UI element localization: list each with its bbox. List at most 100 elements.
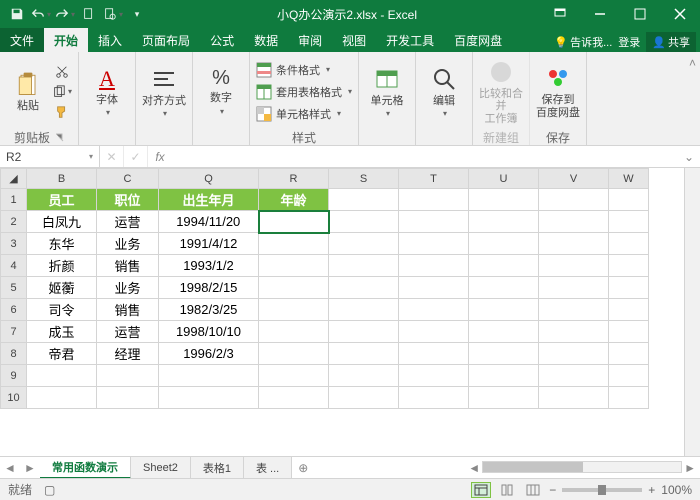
cell[interactable] — [329, 365, 399, 387]
cell[interactable]: 1993/1/2 — [159, 255, 259, 277]
cell[interactable] — [27, 365, 97, 387]
ribbon-options-icon[interactable] — [540, 0, 580, 28]
cell[interactable] — [469, 255, 539, 277]
zoom-in-icon[interactable]: + — [648, 483, 655, 497]
cell[interactable] — [329, 343, 399, 365]
redo-icon[interactable] — [54, 3, 76, 25]
tab-file[interactable]: 文件 — [0, 28, 44, 52]
cell[interactable]: 职位 — [97, 189, 159, 211]
cell[interactable] — [27, 387, 97, 409]
cell[interactable] — [399, 387, 469, 409]
fx-icon[interactable]: fx — [148, 150, 172, 164]
cell[interactable] — [539, 277, 609, 299]
cell[interactable]: 年龄 — [259, 189, 329, 211]
row-header[interactable]: 5 — [1, 277, 27, 299]
cell[interactable]: 经理 — [97, 343, 159, 365]
qat-customize-icon[interactable]: ▾ — [126, 3, 148, 25]
cell[interactable] — [539, 255, 609, 277]
cell[interactable]: 1994/11/20 — [159, 211, 259, 233]
row-header[interactable]: 2 — [1, 211, 27, 233]
row-header[interactable]: 1 — [1, 189, 27, 211]
name-box[interactable]: R2 — [0, 146, 100, 167]
tab-dev[interactable]: 开发工具 — [376, 28, 444, 52]
col-header[interactable]: C — [97, 169, 159, 189]
cell[interactable] — [469, 387, 539, 409]
cell[interactable] — [259, 387, 329, 409]
select-all-corner[interactable]: ◢ — [1, 169, 27, 189]
col-header[interactable]: S — [329, 169, 399, 189]
cell[interactable]: 销售 — [97, 255, 159, 277]
cell[interactable] — [259, 343, 329, 365]
cell[interactable]: 帝君 — [27, 343, 97, 365]
formula-input[interactable] — [172, 151, 678, 163]
cell[interactable]: 出生年月 — [159, 189, 259, 211]
cell[interactable] — [329, 233, 399, 255]
cell[interactable] — [469, 189, 539, 211]
font-dropdown[interactable]: A字体 — [85, 58, 129, 126]
cell[interactable] — [539, 299, 609, 321]
cell[interactable] — [469, 211, 539, 233]
tab-formula[interactable]: 公式 — [200, 28, 244, 52]
cell[interactable] — [259, 233, 329, 255]
save-to-baidu-button[interactable]: 保存到 百度网盘 — [536, 58, 580, 126]
tell-me[interactable]: 💡 告诉我... — [554, 32, 612, 52]
row-header[interactable]: 7 — [1, 321, 27, 343]
undo-icon[interactable] — [30, 3, 52, 25]
horizontal-scrollbar[interactable]: ◄► — [314, 461, 700, 475]
cell-grid[interactable]: ◢ B C Q R S T U V W 1 员工 职位 出生年月 年龄 2 白凤… — [0, 168, 684, 456]
align-dropdown[interactable]: 对齐方式 — [142, 58, 186, 126]
sheet-nav-prev-icon[interactable]: ◄ — [0, 461, 20, 475]
cell[interactable] — [469, 299, 539, 321]
cell[interactable] — [469, 321, 539, 343]
cell[interactable] — [469, 233, 539, 255]
cell[interactable] — [539, 387, 609, 409]
cell[interactable] — [399, 233, 469, 255]
cell[interactable] — [97, 387, 159, 409]
zoom-level[interactable]: 100% — [661, 483, 692, 497]
zoom-slider[interactable] — [562, 488, 642, 492]
cell[interactable] — [259, 321, 329, 343]
col-header[interactable]: U — [469, 169, 539, 189]
cell[interactable] — [399, 255, 469, 277]
cell-styles-button[interactable]: 单元格样式 — [256, 103, 352, 125]
cell[interactable]: 员工 — [27, 189, 97, 211]
cell[interactable] — [97, 365, 159, 387]
cell[interactable] — [399, 277, 469, 299]
cell[interactable]: 1998/2/15 — [159, 277, 259, 299]
cell[interactable] — [609, 321, 649, 343]
cell[interactable] — [259, 211, 329, 233]
save-icon[interactable] — [6, 3, 28, 25]
tab-review[interactable]: 审阅 — [288, 28, 332, 52]
tab-layout[interactable]: 页面布局 — [132, 28, 200, 52]
dialog-launcher-icon[interactable] — [54, 132, 64, 142]
cell[interactable] — [469, 365, 539, 387]
cell[interactable]: 运营 — [97, 321, 159, 343]
cell[interactable] — [609, 343, 649, 365]
cell[interactable] — [539, 365, 609, 387]
cell[interactable] — [329, 189, 399, 211]
expand-formula-icon[interactable]: ⌄ — [678, 150, 700, 164]
cell[interactable] — [329, 211, 399, 233]
macro-record-icon[interactable]: ▢ — [44, 483, 55, 497]
cell[interactable] — [399, 343, 469, 365]
cell[interactable] — [609, 299, 649, 321]
cell[interactable] — [159, 387, 259, 409]
cell[interactable]: 折颜 — [27, 255, 97, 277]
col-header[interactable]: Q — [159, 169, 259, 189]
cell[interactable] — [609, 233, 649, 255]
cell[interactable] — [609, 255, 649, 277]
tab-insert[interactable]: 插入 — [88, 28, 132, 52]
col-header[interactable]: T — [399, 169, 469, 189]
add-sheet-icon[interactable]: ⊕ — [292, 461, 314, 475]
cell[interactable]: 1996/2/3 — [159, 343, 259, 365]
cell[interactable]: 白凤九 — [27, 211, 97, 233]
close-icon[interactable] — [660, 0, 700, 28]
row-header[interactable]: 10 — [1, 387, 27, 409]
cut-icon[interactable] — [52, 63, 72, 81]
cell[interactable] — [609, 277, 649, 299]
tab-view[interactable]: 视图 — [332, 28, 376, 52]
row-header[interactable]: 4 — [1, 255, 27, 277]
cell[interactable] — [539, 321, 609, 343]
conditional-format-button[interactable]: 条件格式 — [256, 59, 352, 81]
collapse-ribbon-icon[interactable]: ˄ — [689, 56, 696, 70]
